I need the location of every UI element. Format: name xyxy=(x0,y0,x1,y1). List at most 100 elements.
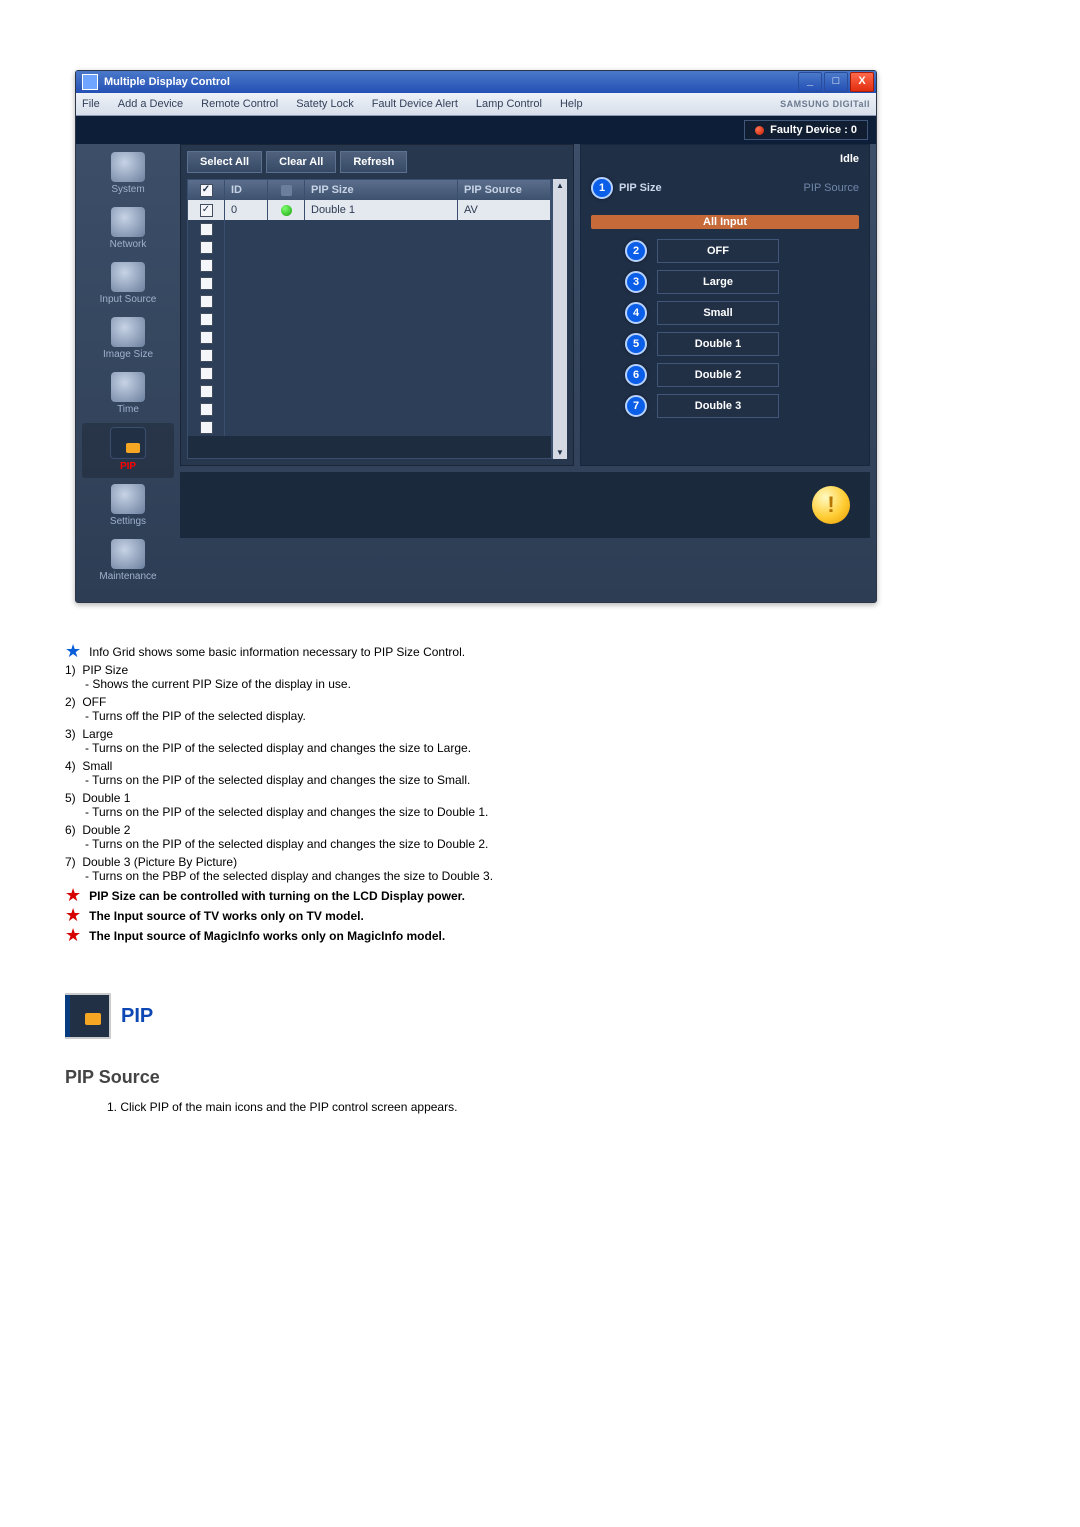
pip-source-label: PIP Source xyxy=(804,182,859,194)
table-row[interactable]: ✓ 0 Double 1 AV xyxy=(188,200,551,220)
list-item: 6) Double 2 - Turns on the PIP of the se… xyxy=(65,823,825,851)
window-controls: _ □ X xyxy=(798,72,874,92)
intro-text: Info Grid shows some basic information n… xyxy=(89,643,465,659)
pip-section-title: PIP xyxy=(121,1005,153,1028)
menu-file[interactable]: File xyxy=(82,98,100,110)
title-bar[interactable]: Multiple Display Control _ □ X xyxy=(76,71,876,93)
sidebar-item-pip[interactable]: PIP xyxy=(82,423,174,478)
row-checkbox[interactable] xyxy=(200,223,213,236)
col-pip-size[interactable]: PIP Size xyxy=(305,180,458,200)
close-button[interactable]: X xyxy=(850,72,874,92)
menu-fault-device-alert[interactable]: Fault Device Alert xyxy=(372,98,458,110)
sidebar-item-label: Network xyxy=(82,239,174,250)
row-checkbox[interactable] xyxy=(200,385,213,398)
sidebar-item-time[interactable]: Time xyxy=(82,368,174,421)
badge-1: 1 xyxy=(591,177,613,199)
menu-help[interactable]: Help xyxy=(560,98,583,110)
all-input-bar: All Input xyxy=(591,215,859,229)
menu-safety-lock[interactable]: Satety Lock xyxy=(296,98,353,110)
col-pip-source[interactable]: PIP Source xyxy=(458,180,551,200)
row-checkbox[interactable] xyxy=(200,313,213,326)
status-strip: Faulty Device : 0 xyxy=(76,116,876,144)
menu-remote-control[interactable]: Remote Control xyxy=(201,98,278,110)
sidebar-item-label: Input Source xyxy=(82,294,174,305)
menu-lamp-control[interactable]: Lamp Control xyxy=(476,98,542,110)
item-desc: - Turns on the PIP of the selected displ… xyxy=(65,805,825,819)
row-checkbox[interactable] xyxy=(200,367,213,380)
item-number: 2) xyxy=(65,695,76,709)
time-icon xyxy=(111,372,145,402)
sidebar-item-label: Time xyxy=(82,404,174,415)
sidebar: System Network Input Source Image Size T… xyxy=(82,144,174,592)
sidebar-item-system[interactable]: System xyxy=(82,148,174,201)
double2-button[interactable]: Double 2 xyxy=(657,363,779,387)
item-title: Double 3 (Picture By Picture) xyxy=(82,855,237,869)
row-checkbox[interactable] xyxy=(200,349,213,362)
grid-header-row: ✓ ID PIP Size PIP Source xyxy=(188,180,551,200)
row-checkbox[interactable] xyxy=(200,241,213,254)
sidebar-item-label: Image Size xyxy=(82,349,174,360)
item-number: 3) xyxy=(65,727,76,741)
item-desc: - Turns on the PBP of the selected displ… xyxy=(65,869,825,883)
sidebar-item-image-size[interactable]: Image Size xyxy=(82,313,174,366)
table-row xyxy=(188,346,551,364)
scroll-down-icon[interactable]: ▼ xyxy=(556,448,564,457)
pip-section-icon xyxy=(65,993,111,1039)
row-checkbox[interactable] xyxy=(200,403,213,416)
col-id[interactable]: ID xyxy=(225,180,268,200)
row-checkbox[interactable] xyxy=(200,277,213,290)
clear-all-button[interactable]: Clear All xyxy=(266,151,336,173)
table-row xyxy=(188,220,551,238)
star-icon: ★ xyxy=(65,887,81,903)
list-item: 5) Double 1 - Turns on the PIP of the se… xyxy=(65,791,825,819)
row-checkbox[interactable] xyxy=(200,331,213,344)
row-checkbox[interactable]: ✓ xyxy=(200,204,213,217)
sidebar-item-network[interactable]: Network xyxy=(82,203,174,256)
control-panel: Idle 1 PIP Size PIP Source All Input 2OF… xyxy=(580,144,870,466)
scrollbar[interactable]: ▲ ▼ xyxy=(552,179,567,459)
badge-6: 6 xyxy=(625,364,647,386)
sidebar-item-input-source[interactable]: Input Source xyxy=(82,258,174,311)
item-title: Small xyxy=(82,759,112,773)
menu-add-device[interactable]: Add a Device xyxy=(118,98,183,110)
header-checkbox[interactable]: ✓ xyxy=(200,184,213,197)
small-button[interactable]: Small xyxy=(657,301,779,325)
table-row xyxy=(188,238,551,256)
cell-id: 0 xyxy=(225,200,268,220)
maximize-button[interactable]: □ xyxy=(824,72,848,92)
minimize-button[interactable]: _ xyxy=(798,72,822,92)
sidebar-item-label: Settings xyxy=(82,516,174,527)
table-row xyxy=(188,292,551,310)
select-all-button[interactable]: Select All xyxy=(187,151,262,173)
menu-bar: File Add a Device Remote Control Satety … xyxy=(76,93,876,116)
table-row xyxy=(188,418,551,436)
warning-bulb-icon xyxy=(812,486,850,524)
sidebar-item-settings[interactable]: Settings xyxy=(82,480,174,533)
sidebar-item-label: PIP xyxy=(82,461,174,472)
refresh-button[interactable]: Refresh xyxy=(340,151,407,173)
off-button[interactable]: OFF xyxy=(657,239,779,263)
scroll-up-icon[interactable]: ▲ xyxy=(556,181,564,190)
row-checkbox[interactable] xyxy=(200,421,213,434)
brand-logo: SAMSUNG DIGITall xyxy=(780,99,870,109)
app-title: Multiple Display Control xyxy=(104,76,230,88)
note-text: PIP Size can be controlled with turning … xyxy=(89,887,465,903)
item-number: 7) xyxy=(65,855,76,869)
table-row xyxy=(188,364,551,382)
row-checkbox[interactable] xyxy=(200,295,213,308)
cell-pip-source: AV xyxy=(458,200,551,220)
item-number: 5) xyxy=(65,791,76,805)
fault-dot-icon xyxy=(755,126,764,135)
sidebar-item-maintenance[interactable]: Maintenance xyxy=(82,535,174,588)
table-row xyxy=(188,310,551,328)
item-desc: - Shows the current PIP Size of the disp… xyxy=(65,677,825,691)
table-row xyxy=(188,274,551,292)
table-row xyxy=(188,382,551,400)
double3-button[interactable]: Double 3 xyxy=(657,394,779,418)
double1-button[interactable]: Double 1 xyxy=(657,332,779,356)
row-checkbox[interactable] xyxy=(200,259,213,272)
item-number: 6) xyxy=(65,823,76,837)
grid-toolbar: Select All Clear All Refresh Idle xyxy=(187,151,567,173)
app-window: Multiple Display Control _ □ X File Add … xyxy=(75,70,877,603)
large-button[interactable]: Large xyxy=(657,270,779,294)
